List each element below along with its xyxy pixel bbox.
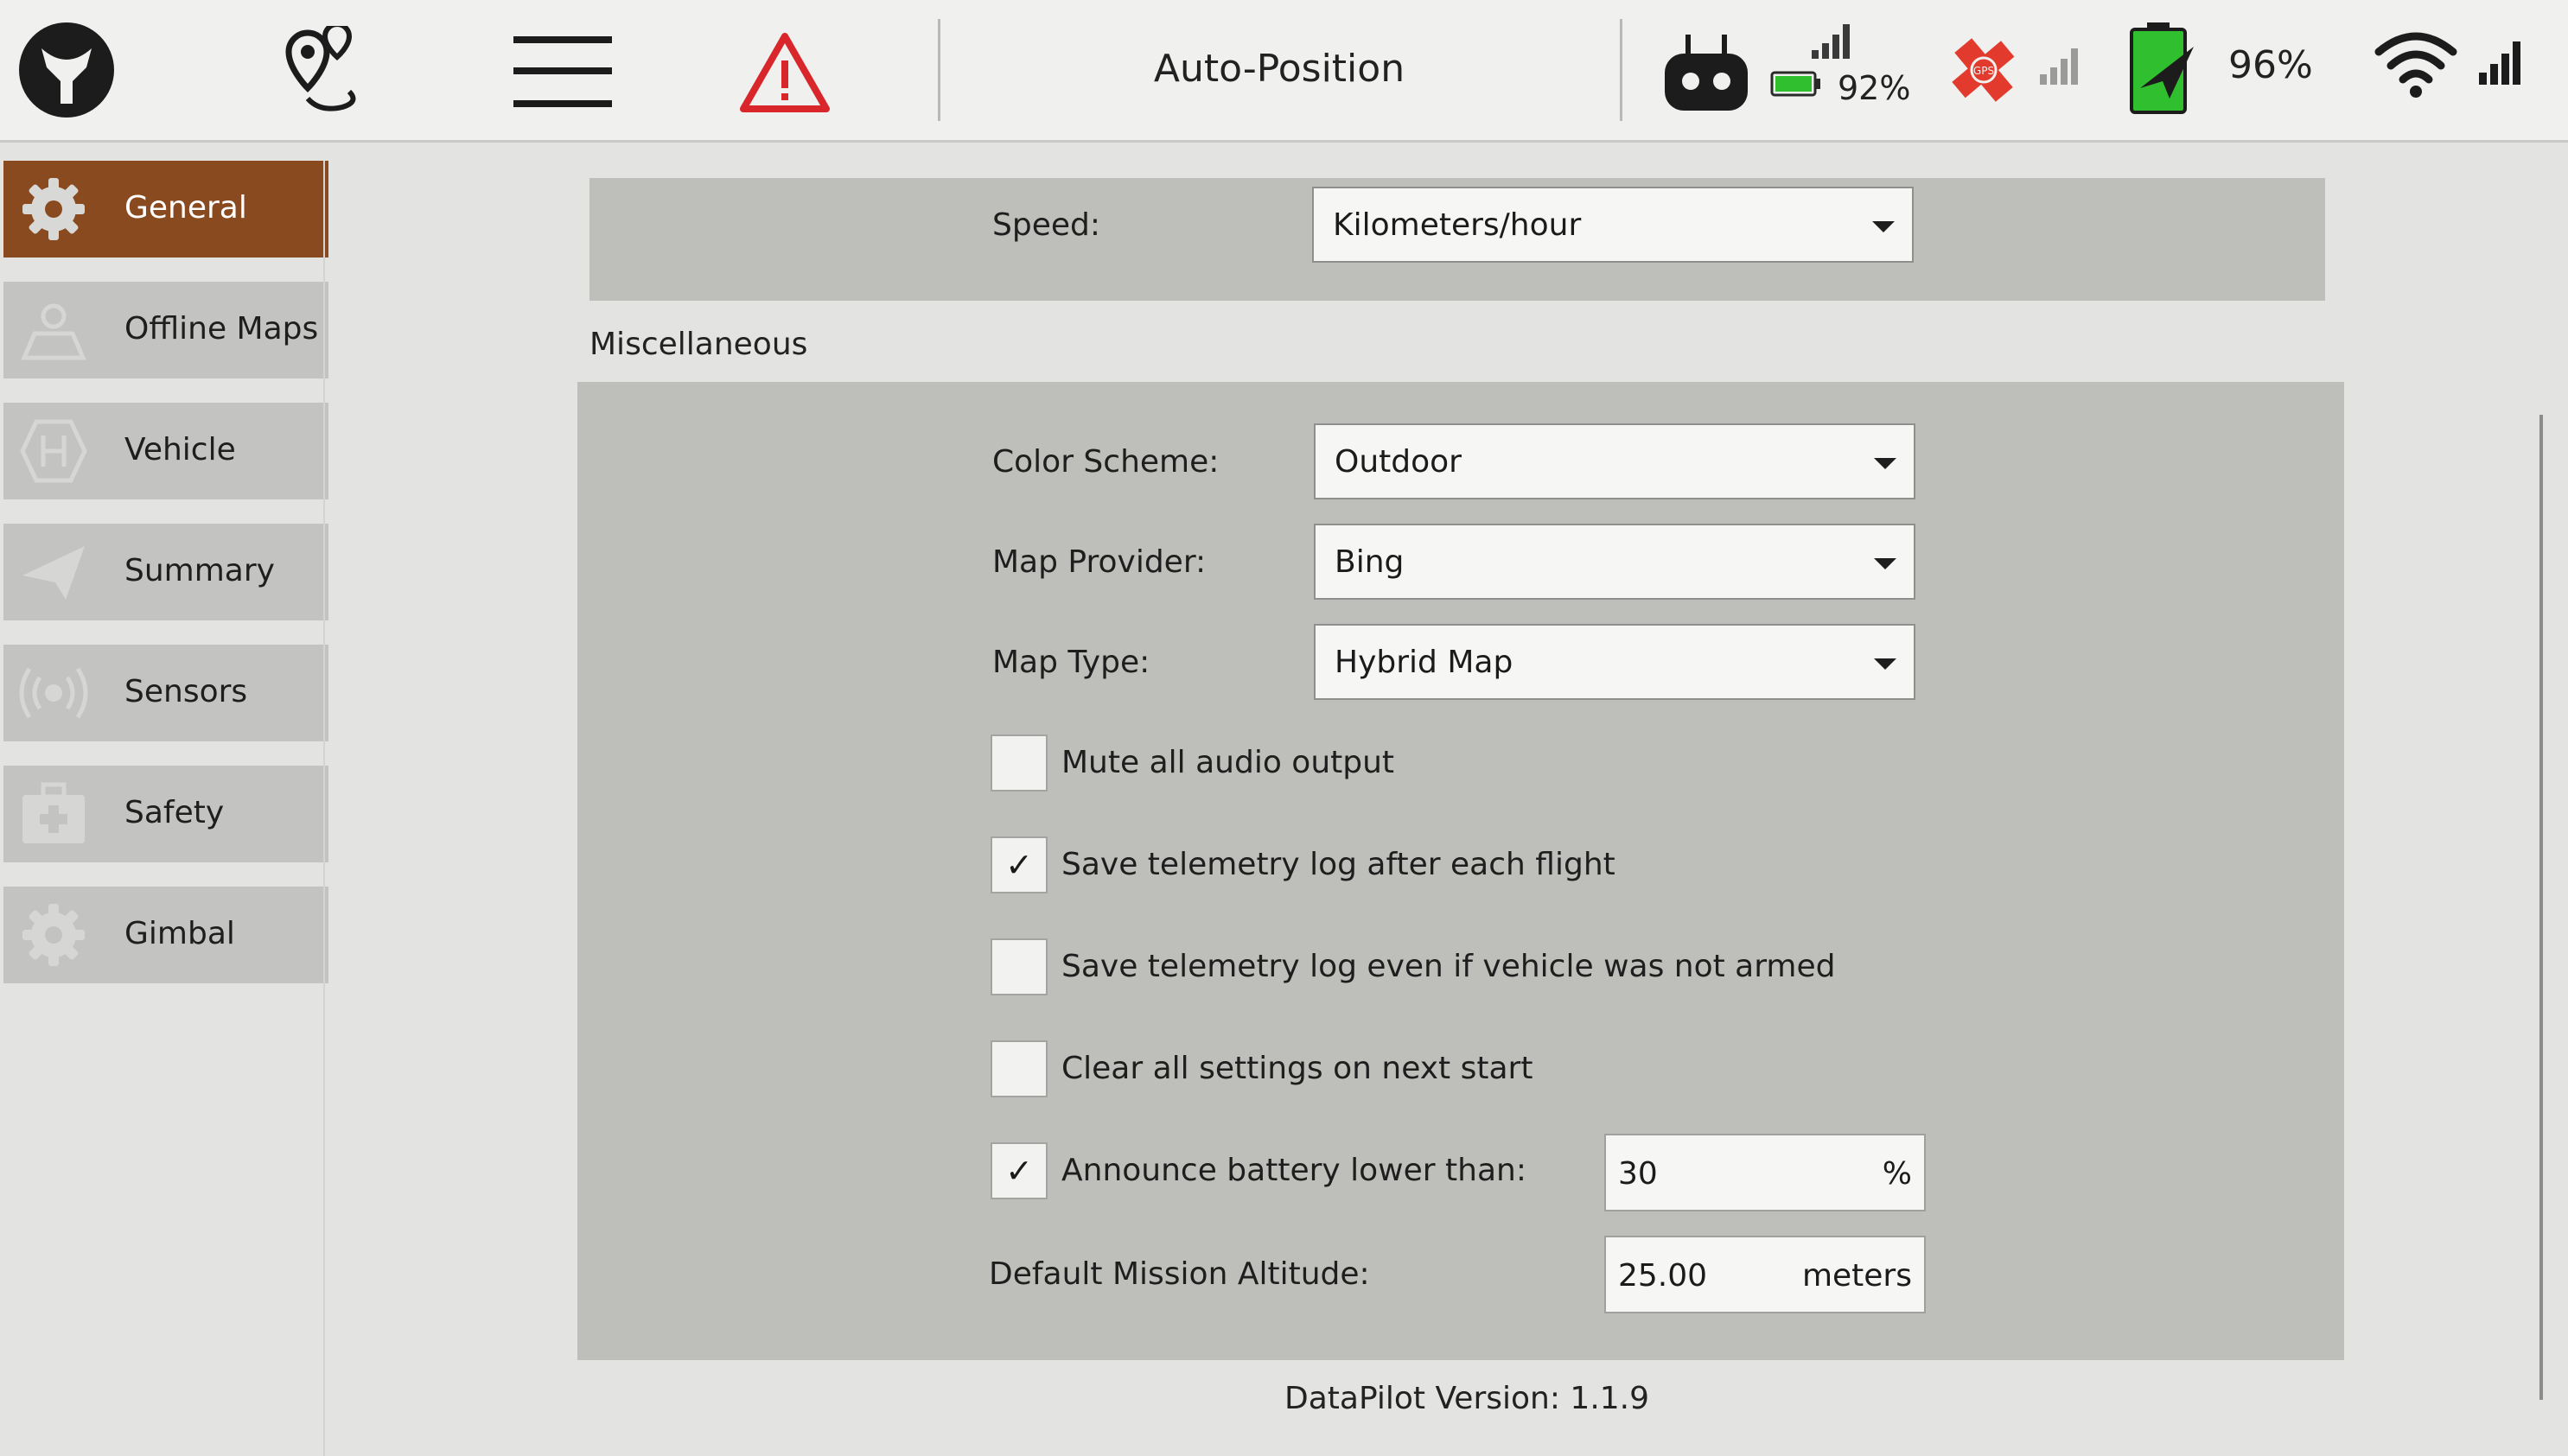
sidebar-item-safety[interactable]: Safety bbox=[3, 766, 328, 862]
dropdown-value: Kilometers/hour bbox=[1333, 207, 1582, 243]
map-person-icon bbox=[19, 296, 88, 365]
sidebar-item-label: Sensors bbox=[124, 674, 248, 709]
check-mark-icon: ✓ bbox=[1005, 1152, 1033, 1190]
sidebar-item-summary[interactable]: Summary bbox=[3, 524, 328, 620]
sidebar-item-label: General bbox=[124, 190, 247, 226]
remote-controller-icon[interactable] bbox=[1661, 31, 1751, 114]
sidebar-item-label: Summary bbox=[124, 553, 275, 588]
vehicle-battery-percent: 96% bbox=[2228, 43, 2313, 87]
alert-icon[interactable] bbox=[740, 31, 830, 114]
battery-threshold-unit: % bbox=[1882, 1156, 1912, 1192]
sidebar-divider bbox=[323, 161, 325, 1456]
map-type-dropdown[interactable]: Hybrid Map bbox=[1314, 624, 1915, 700]
speed-units-dropdown[interactable]: Kilometers/hour bbox=[1312, 187, 1914, 263]
map-type-label: Map Type: bbox=[992, 645, 1150, 680]
telemetry-signal-icon bbox=[2477, 40, 2526, 86]
sidebar-item-label: Vehicle bbox=[124, 432, 236, 467]
gimbal-gear-icon bbox=[19, 900, 88, 970]
check-mark-icon: ✓ bbox=[1005, 846, 1033, 884]
dropdown-arrow-icon bbox=[1874, 458, 1896, 469]
sidebar-item-general[interactable]: General bbox=[3, 161, 328, 258]
battery-threshold-value: 30 bbox=[1618, 1156, 1658, 1192]
checkbox-label: Mute all audio output bbox=[1061, 745, 1395, 780]
rc-battery-icon bbox=[1770, 69, 1822, 99]
section-header-miscellaneous: Miscellaneous bbox=[589, 327, 808, 362]
first-aid-icon bbox=[19, 779, 88, 849]
mute-audio-checkbox[interactable] bbox=[991, 734, 1048, 792]
menu-icon[interactable] bbox=[512, 33, 614, 111]
dropdown-value: Bing bbox=[1335, 544, 1405, 580]
map-provider-label: Map Provider: bbox=[992, 544, 1207, 580]
toolbar-divider bbox=[938, 19, 940, 121]
rc-battery-percent: 92% bbox=[1838, 69, 1911, 107]
default-altitude-unit: meters bbox=[1801, 1258, 1912, 1294]
top-toolbar: Auto-Position 92% GPS 96% bbox=[0, 0, 2568, 143]
vehicle-battery-icon bbox=[2126, 21, 2197, 116]
dropdown-value: Outdoor bbox=[1335, 444, 1462, 480]
toolbar-divider bbox=[1620, 19, 1622, 121]
sidebar-item-gimbal[interactable]: Gimbal bbox=[3, 887, 328, 983]
wifi-icon[interactable] bbox=[2374, 26, 2458, 100]
gps-badge: GPS bbox=[1973, 65, 1994, 77]
dropdown-arrow-icon bbox=[1874, 658, 1896, 670]
save-telemetry-unarmed-checkbox[interactable] bbox=[991, 938, 1048, 995]
sensor-icon bbox=[19, 658, 88, 728]
sidebar-item-label: Offline Maps bbox=[124, 311, 319, 347]
app-logo-icon[interactable] bbox=[17, 21, 116, 119]
checkbox-label: Save telemetry log even if vehicle was n… bbox=[1061, 949, 1836, 984]
dropdown-arrow-icon bbox=[1872, 221, 1895, 232]
dropdown-arrow-icon bbox=[1874, 558, 1896, 569]
rc-signal-icon bbox=[1810, 22, 1855, 60]
default-altitude-value: 25.00 bbox=[1618, 1258, 1708, 1294]
checkbox-label: Announce battery lower than: bbox=[1061, 1153, 1526, 1188]
sidebar-item-sensors[interactable]: Sensors bbox=[3, 645, 328, 741]
speed-label: Speed: bbox=[992, 207, 1100, 243]
checkbox-label: Save telemetry log after each flight bbox=[1061, 847, 1615, 882]
battery-threshold-field[interactable]: 30 % bbox=[1604, 1134, 1926, 1211]
default-altitude-label: Default Mission Altitude: bbox=[989, 1256, 1370, 1292]
default-altitude-field[interactable]: 25.00 meters bbox=[1604, 1236, 1926, 1313]
sidebar-item-label: Safety bbox=[124, 795, 225, 830]
clear-settings-checkbox[interactable] bbox=[991, 1040, 1048, 1097]
announce-battery-checkbox[interactable]: ✓ bbox=[991, 1142, 1048, 1199]
settings-scrollbar[interactable] bbox=[2539, 415, 2543, 1400]
app-version: DataPilot Version: 1.1.9 bbox=[1284, 1381, 1650, 1416]
gps-signal-icon bbox=[2038, 45, 2083, 86]
flight-mode-title[interactable]: Auto-Position bbox=[1020, 47, 1539, 91]
gear-icon bbox=[19, 175, 88, 244]
dropdown-value: Hybrid Map bbox=[1335, 645, 1513, 680]
color-scheme-dropdown[interactable]: Outdoor bbox=[1314, 423, 1915, 499]
map-provider-dropdown[interactable]: Bing bbox=[1314, 524, 1915, 600]
checkbox-label: Clear all settings on next start bbox=[1061, 1051, 1533, 1086]
gps-off-icon[interactable]: GPS bbox=[1940, 26, 2028, 114]
sidebar-item-vehicle[interactable]: Vehicle bbox=[3, 403, 328, 499]
paper-plane-icon bbox=[19, 537, 88, 607]
plan-view-icon[interactable] bbox=[259, 22, 366, 119]
sidebar-item-label: Gimbal bbox=[124, 916, 235, 951]
vehicle-icon bbox=[19, 416, 88, 486]
sidebar-item-offline-maps[interactable]: Offline Maps bbox=[3, 282, 328, 378]
save-telemetry-checkbox[interactable]: ✓ bbox=[991, 836, 1048, 893]
color-scheme-label: Color Scheme: bbox=[992, 444, 1220, 480]
